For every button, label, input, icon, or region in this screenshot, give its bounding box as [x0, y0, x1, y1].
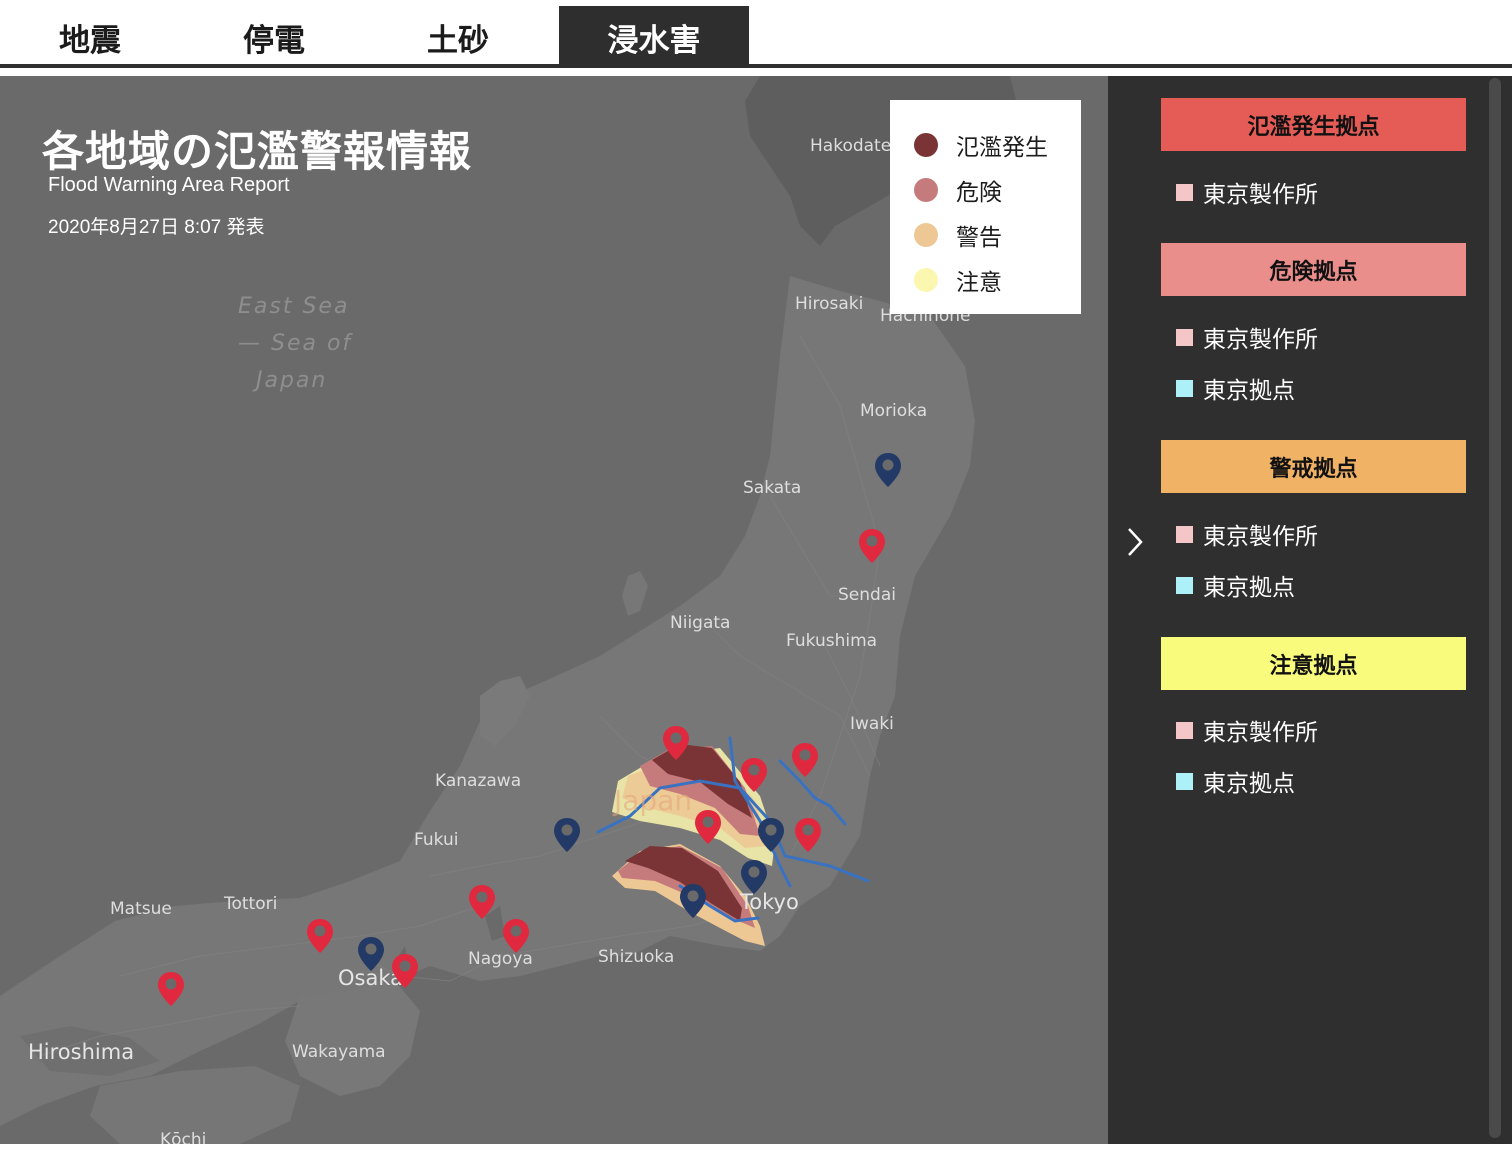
- sea-label-line2: — Sea of: [238, 331, 353, 356]
- site-label: 東京拠点: [1203, 771, 1295, 797]
- legend-swatch: [914, 222, 938, 247]
- map-pin-blue-icon[interactable]: [357, 936, 385, 972]
- panel-toggle-chevron-right-icon[interactable]: [1122, 524, 1148, 560]
- tab-power-outage[interactable]: 停電: [184, 6, 364, 68]
- site-label: 東京製作所: [1203, 182, 1318, 208]
- legend-item-flooding: 氾濫発生: [914, 122, 1081, 167]
- legend-item-warning: 警告: [914, 212, 1081, 257]
- legend-label: 注意: [956, 269, 1002, 296]
- map-pin-red-icon[interactable]: [694, 809, 722, 845]
- site-label: 東京拠点: [1203, 378, 1295, 404]
- group-header-flooding-sites: 氾濫発生拠点: [1161, 98, 1466, 151]
- map-subtitle: Flood Warning Area Report: [48, 174, 290, 196]
- legend-label: 氾濫発生: [956, 134, 1048, 161]
- city-label-fukushima: Fukushima: [786, 631, 878, 651]
- map-pin-blue-icon[interactable]: [874, 452, 902, 488]
- site-item-tokyo-factory[interactable]: 東京製作所: [1176, 174, 1318, 210]
- legend-swatch: [914, 267, 938, 292]
- map-pin-red-icon[interactable]: [794, 817, 822, 853]
- map-pin-red-icon[interactable]: [306, 918, 334, 954]
- map-pin-blue-icon[interactable]: [553, 817, 581, 853]
- city-label-matsue: Matsue: [110, 899, 172, 919]
- site-type-swatch: [1176, 576, 1193, 594]
- map-pin-red-icon[interactable]: [858, 528, 886, 564]
- site-label: 東京製作所: [1203, 524, 1318, 550]
- group-header-caution-sites: 注意拠点: [1161, 637, 1466, 690]
- map-pin-blue-icon[interactable]: [757, 817, 785, 853]
- city-label-tottori: Tottori: [224, 894, 278, 914]
- sea-label-line3: Japan: [256, 368, 328, 393]
- site-type-swatch: [1176, 525, 1193, 543]
- city-label-shizuoka: Shizuoka: [598, 947, 675, 967]
- city-label-niigata: Niigata: [670, 613, 731, 633]
- site-type-swatch: [1176, 721, 1193, 739]
- site-item-tokyo-base[interactable]: 東京拠点: [1176, 370, 1295, 406]
- city-label-kochi: Kōchi: [160, 1130, 207, 1144]
- tab-flood-damage[interactable]: 浸水害: [559, 6, 749, 68]
- city-label-sakata: Sakata: [743, 478, 802, 498]
- map-pin-red-icon[interactable]: [740, 757, 768, 793]
- city-label-hirosaki: Hirosaki: [795, 294, 864, 314]
- site-item-tokyo-factory[interactable]: 東京製作所: [1176, 712, 1318, 748]
- group-header-danger-sites: 危険拠点: [1161, 243, 1466, 296]
- site-label: 東京製作所: [1203, 720, 1318, 746]
- legend-swatch: [914, 177, 938, 202]
- legend-label: 警告: [956, 224, 1002, 251]
- map-pin-red-icon[interactable]: [662, 725, 690, 761]
- group-header-alert-sites: 警戒拠点: [1161, 440, 1466, 493]
- category-tab-bar: 地震 停電 土砂 浸水害: [0, 0, 1512, 68]
- city-label-morioka: Morioka: [860, 401, 928, 421]
- map-pin-blue-icon[interactable]: [679, 883, 707, 919]
- site-item-tokyo-base[interactable]: 東京拠点: [1176, 763, 1295, 799]
- site-type-swatch: [1176, 328, 1193, 346]
- site-status-panel: 氾濫発生拠点 東京製作所 危険拠点 東京製作所 東京拠点 警戒拠点 東京製作所 …: [1108, 76, 1512, 1144]
- legend-label: 危険: [956, 179, 1002, 206]
- map-pin-red-icon[interactable]: [468, 884, 496, 920]
- site-label: 東京製作所: [1203, 327, 1318, 353]
- site-label: 東京拠点: [1203, 575, 1295, 601]
- site-type-swatch: [1176, 772, 1193, 790]
- sea-label-line1: East Sea: [238, 294, 350, 319]
- map-title: 各地域の氾濫警報情報: [42, 127, 473, 176]
- legend-swatch: [914, 132, 938, 157]
- site-type-swatch: [1176, 183, 1193, 201]
- city-label-hakodate: Hakodate: [810, 136, 892, 156]
- map-published-date: 2020年8月27日 8:07 発表: [48, 217, 265, 238]
- site-item-tokyo-factory[interactable]: 東京製作所: [1176, 319, 1318, 355]
- legend-item-danger: 危険: [914, 167, 1081, 212]
- city-label-hiroshima: Hiroshima: [28, 1040, 135, 1064]
- city-label-iwaki: Iwaki: [850, 714, 894, 734]
- city-label-wakayama: Wakayama: [292, 1042, 386, 1062]
- city-label-japan: Japan: [614, 784, 693, 817]
- map-pin-red-icon[interactable]: [157, 971, 185, 1007]
- map-pin-red-icon[interactable]: [391, 953, 419, 989]
- map-pin-blue-icon[interactable]: [740, 859, 768, 895]
- map-pin-red-icon[interactable]: [502, 918, 530, 954]
- legend-item-caution: 注意: [914, 257, 1081, 302]
- site-type-swatch: [1176, 379, 1193, 397]
- site-item-tokyo-factory[interactable]: 東京製作所: [1176, 516, 1318, 552]
- map-pin-red-icon[interactable]: [791, 742, 819, 778]
- tab-earthquake[interactable]: 地震: [0, 6, 180, 68]
- city-label-sendai: Sendai: [838, 585, 896, 605]
- city-label-kanazawa: Kanazawa: [435, 771, 522, 791]
- panel-scrollbar[interactable]: [1489, 78, 1501, 1138]
- flood-level-legend: 氾濫発生 危険 警告 注意: [890, 100, 1081, 314]
- site-item-tokyo-base[interactable]: 東京拠点: [1176, 567, 1295, 603]
- tab-landslide[interactable]: 土砂: [368, 6, 548, 68]
- city-label-fukui: Fukui: [414, 830, 459, 850]
